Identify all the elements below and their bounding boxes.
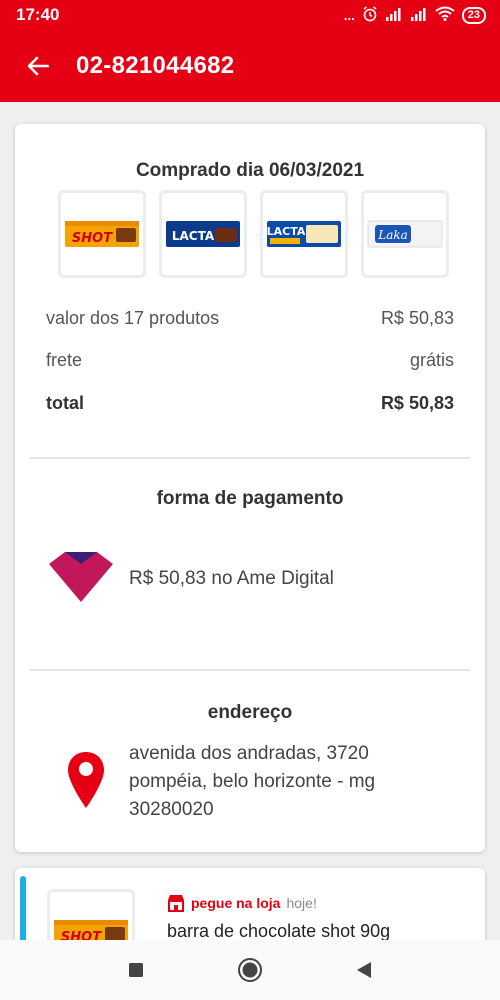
back-nav-button[interactable] bbox=[349, 955, 379, 985]
status-dots: ... bbox=[343, 7, 355, 23]
brand-text: SHOT bbox=[72, 231, 113, 246]
wifi-icon bbox=[435, 6, 455, 24]
items-value-row: valor dos 17 produtos R$ 50,83 bbox=[46, 308, 454, 329]
brand-text: Laka bbox=[377, 228, 408, 242]
product-thumbnail[interactable]: SHOT bbox=[58, 190, 146, 278]
address-line-1: avenida dos andradas, 3720 bbox=[129, 743, 369, 764]
payment-section-title: forma de pagamento bbox=[156, 488, 344, 509]
brand-text: LACTA bbox=[267, 225, 306, 238]
product-thumbnail[interactable]: LACTA bbox=[159, 190, 247, 278]
status-time: 17:40 bbox=[16, 5, 60, 24]
app-bar: 02-821044682 bbox=[0, 30, 500, 102]
delivery-address: avenida dos andradas, 3720 pompéia, belo… bbox=[129, 740, 375, 824]
items-value-label: valor dos 17 produtos bbox=[46, 308, 220, 328]
pickup-strong-text: pegue na loja bbox=[191, 895, 281, 911]
home-button[interactable] bbox=[235, 955, 265, 985]
pickup-soft-text: hoje! bbox=[286, 895, 317, 911]
signal-icon bbox=[410, 7, 428, 24]
circle-icon bbox=[238, 958, 262, 982]
store-icon bbox=[168, 895, 184, 912]
laka-chocolate-bar-image: Laka bbox=[367, 220, 443, 248]
shipping-row: frete grátis bbox=[46, 350, 454, 371]
shipping-label: frete bbox=[46, 350, 83, 370]
ame-digital-logo-icon bbox=[45, 550, 117, 606]
divider bbox=[30, 669, 470, 671]
total-label: total bbox=[46, 393, 84, 413]
recent-apps-button[interactable] bbox=[121, 955, 151, 985]
battery-icon: 23 bbox=[461, 6, 486, 24]
triangle-back-icon bbox=[357, 962, 371, 978]
order-number-title: 02-821044682 bbox=[76, 52, 235, 79]
system-nav-bar bbox=[0, 940, 500, 1000]
address-line-2: pompéia, belo horizonte - mg bbox=[129, 771, 376, 792]
lacta-white-chocolate-bar-image: LACTA bbox=[267, 221, 341, 247]
signal-icon bbox=[385, 7, 403, 24]
back-button[interactable] bbox=[16, 44, 60, 88]
pickup-label: pegue na loja hoje! bbox=[167, 894, 317, 912]
brand-text: LACTA bbox=[172, 229, 215, 243]
address-section-title: endereço bbox=[207, 702, 293, 723]
product-thumbnails: SHOT LACTA LACTA Laka bbox=[58, 190, 449, 278]
items-value-amount: R$ 50,83 bbox=[380, 308, 454, 328]
shot-chocolate-bar-image: SHOT bbox=[65, 221, 139, 247]
address-line-3: 30280020 bbox=[129, 799, 214, 820]
product-thumbnail[interactable]: LACTA bbox=[260, 190, 348, 278]
lacta-chocolate-bar-image: LACTA bbox=[166, 221, 240, 247]
status-icons: ... 23 bbox=[343, 5, 486, 25]
arrow-left-icon bbox=[27, 56, 49, 76]
divider bbox=[30, 457, 470, 459]
alarm-icon bbox=[362, 5, 378, 25]
order-summary-card: Comprado dia 06/03/2021 SHOT LACTA LACTA bbox=[15, 124, 485, 852]
product-thumbnail[interactable]: Laka bbox=[361, 190, 449, 278]
shipping-value: grátis bbox=[409, 350, 454, 370]
purchase-date: Comprado dia 06/03/2021 bbox=[135, 160, 365, 181]
status-bar: 17:40 ... 23 bbox=[0, 0, 500, 30]
map-pin-icon bbox=[66, 750, 106, 810]
total-row: total R$ 50,83 bbox=[46, 393, 454, 414]
payment-method-text: R$ 50,83 no Ame Digital bbox=[129, 568, 334, 589]
total-value: R$ 50,83 bbox=[380, 393, 454, 413]
square-icon bbox=[129, 963, 143, 977]
item-name: barra de chocolate shot 90g bbox=[167, 921, 391, 941]
